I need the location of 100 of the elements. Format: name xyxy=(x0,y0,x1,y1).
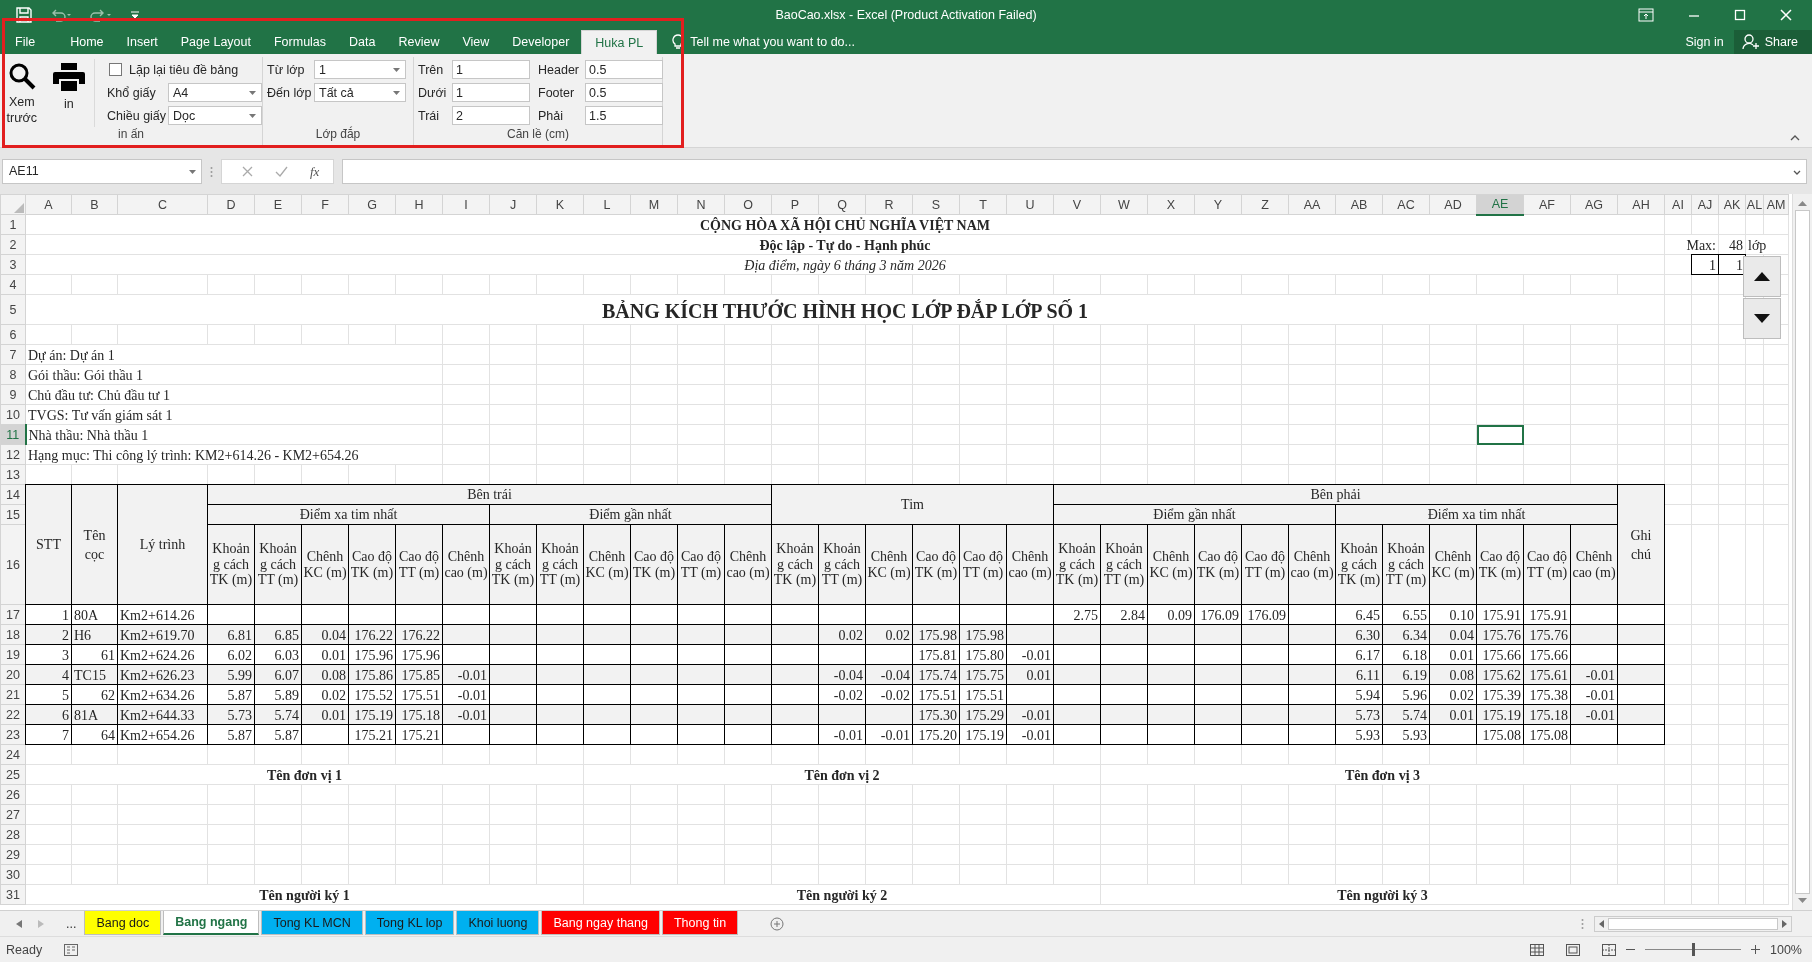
preview-button[interactable]: Xem trước xyxy=(3,59,41,127)
row-header[interactable]: 1 xyxy=(0,214,26,235)
column-header[interactable]: AF xyxy=(1523,194,1571,215)
sheet-tab[interactable]: Bang doc xyxy=(84,911,162,935)
checkbox[interactable] xyxy=(109,63,122,76)
scroll-down-icon[interactable] xyxy=(1798,898,1807,904)
page-layout-icon[interactable] xyxy=(1566,943,1580,956)
row-header[interactable]: 10 xyxy=(0,404,26,425)
column-header[interactable]: B xyxy=(71,194,118,215)
column-header[interactable]: H xyxy=(395,194,443,215)
ribbon-tab[interactable]: Developer xyxy=(501,30,581,54)
column-header[interactable]: L xyxy=(583,194,631,215)
column-header[interactable]: AE xyxy=(1476,194,1524,215)
column-header[interactable]: AJ xyxy=(1691,194,1719,215)
row-header[interactable]: 22 xyxy=(0,704,26,725)
page-break-icon[interactable] xyxy=(1602,943,1616,956)
sheet-tab[interactable]: Thong tin xyxy=(662,911,739,935)
share-button[interactable]: Share xyxy=(1733,30,1812,54)
zoom-in-icon[interactable] xyxy=(1751,945,1760,954)
insert-function-button[interactable]: fx xyxy=(310,163,320,180)
previous-sheet-icon[interactable] xyxy=(16,919,22,928)
orientation-dropdown[interactable]: Dọc xyxy=(168,106,262,125)
horizontal-scrollbar[interactable] xyxy=(1594,915,1792,932)
margin-field[interactable]: 1 xyxy=(452,83,530,102)
column-header[interactable]: A xyxy=(25,194,72,215)
row-header[interactable]: 29 xyxy=(0,844,26,865)
row-header[interactable]: 24 xyxy=(0,744,26,765)
formula-field[interactable] xyxy=(342,159,1807,184)
column-header[interactable]: F xyxy=(301,194,349,215)
ribbon-tab[interactable]: Insert xyxy=(115,30,169,54)
row-header[interactable]: 28 xyxy=(0,824,26,845)
zoom-slider-thumb[interactable] xyxy=(1692,943,1695,956)
sheet-tab[interactable]: Bang ngay thang xyxy=(541,911,660,935)
sheet-tab[interactable]: Bang ngang xyxy=(163,911,260,935)
margin-field[interactable]: 0.5 xyxy=(585,60,663,79)
column-header[interactable]: R xyxy=(865,194,913,215)
column-header[interactable]: U xyxy=(1006,194,1054,215)
column-header[interactable]: D xyxy=(207,194,255,215)
row-header[interactable]: 11 xyxy=(0,424,26,445)
tell-me-field[interactable]: Tell me what you want to do... xyxy=(690,35,855,49)
column-header[interactable]: AG xyxy=(1570,194,1618,215)
column-header[interactable]: AB xyxy=(1335,194,1383,215)
column-header[interactable]: AC xyxy=(1382,194,1430,215)
macro-record-icon[interactable] xyxy=(64,943,79,956)
layer-up-button[interactable] xyxy=(1743,256,1781,297)
layer-down-button[interactable] xyxy=(1743,298,1781,339)
ribbon-tab[interactable]: Home xyxy=(59,30,115,54)
ribbon-tab[interactable]: Formulas xyxy=(262,30,338,54)
row-header[interactable]: 27 xyxy=(0,804,26,825)
column-header[interactable]: K xyxy=(536,194,584,215)
row-header[interactable]: 2 xyxy=(0,234,26,255)
normal-view-icon[interactable] xyxy=(1530,943,1544,956)
column-header[interactable]: AM xyxy=(1763,194,1789,215)
check-icon[interactable] xyxy=(275,166,288,177)
column-header[interactable]: Q xyxy=(818,194,866,215)
margin-field[interactable]: 2 xyxy=(452,106,530,125)
splitter-icon[interactable] xyxy=(1581,917,1584,930)
row-header[interactable]: 9 xyxy=(0,384,26,405)
row-header[interactable]: 26 xyxy=(0,784,26,805)
row-header[interactable]: 16 xyxy=(0,524,26,605)
column-header[interactable]: AI xyxy=(1664,194,1692,215)
column-header[interactable]: AH xyxy=(1617,194,1665,215)
paper-size-dropdown[interactable]: A4 xyxy=(168,83,262,102)
row-header[interactable]: 17 xyxy=(0,604,26,625)
customize-icon[interactable] xyxy=(130,10,140,20)
cancel-icon[interactable] xyxy=(242,166,253,177)
scroll-right-icon[interactable] xyxy=(1782,919,1787,928)
active-cell[interactable] xyxy=(1476,424,1524,445)
row-header[interactable]: 12 xyxy=(0,444,26,465)
scroll-up-icon[interactable] xyxy=(1798,200,1807,206)
column-header[interactable]: C xyxy=(117,194,208,215)
maximize-icon[interactable] xyxy=(1734,9,1746,21)
margin-field[interactable]: 1.5 xyxy=(585,106,663,125)
to-layer-dropdown[interactable]: Tất cả xyxy=(314,83,406,102)
row-header[interactable]: 30 xyxy=(0,864,26,885)
row-header[interactable]: 20 xyxy=(0,664,26,685)
column-header[interactable]: AD xyxy=(1429,194,1477,215)
scroll-left-icon[interactable] xyxy=(1599,919,1604,928)
ribbon-tab[interactable]: File xyxy=(5,30,46,54)
zoom-level[interactable]: 100% xyxy=(1770,942,1802,957)
column-header[interactable]: P xyxy=(771,194,819,215)
row-header[interactable]: 19 xyxy=(0,644,26,665)
row-header[interactable]: 18 xyxy=(0,624,26,645)
redo-icon[interactable] xyxy=(90,8,112,22)
ribbon-display-icon[interactable] xyxy=(1638,8,1654,22)
column-header[interactable]: V xyxy=(1053,194,1101,215)
row-header[interactable]: 31 xyxy=(0,884,26,905)
column-header[interactable]: E xyxy=(254,194,302,215)
row-header[interactable]: 3 xyxy=(0,254,26,275)
more-sheets-button[interactable]: ... xyxy=(62,911,81,936)
row-header[interactable]: 23 xyxy=(0,724,26,745)
margin-field[interactable]: 0.5 xyxy=(585,83,663,102)
ribbon-tab[interactable]: Review xyxy=(387,30,451,54)
column-header[interactable]: X xyxy=(1147,194,1195,215)
row-header[interactable]: 5 xyxy=(0,294,26,325)
add-sheet-icon[interactable] xyxy=(770,916,785,931)
column-header[interactable]: T xyxy=(959,194,1007,215)
row-header[interactable]: 6 xyxy=(0,324,26,345)
row-header[interactable]: 25 xyxy=(0,764,26,785)
ribbon-tab[interactable]: Huka PL xyxy=(581,30,658,54)
